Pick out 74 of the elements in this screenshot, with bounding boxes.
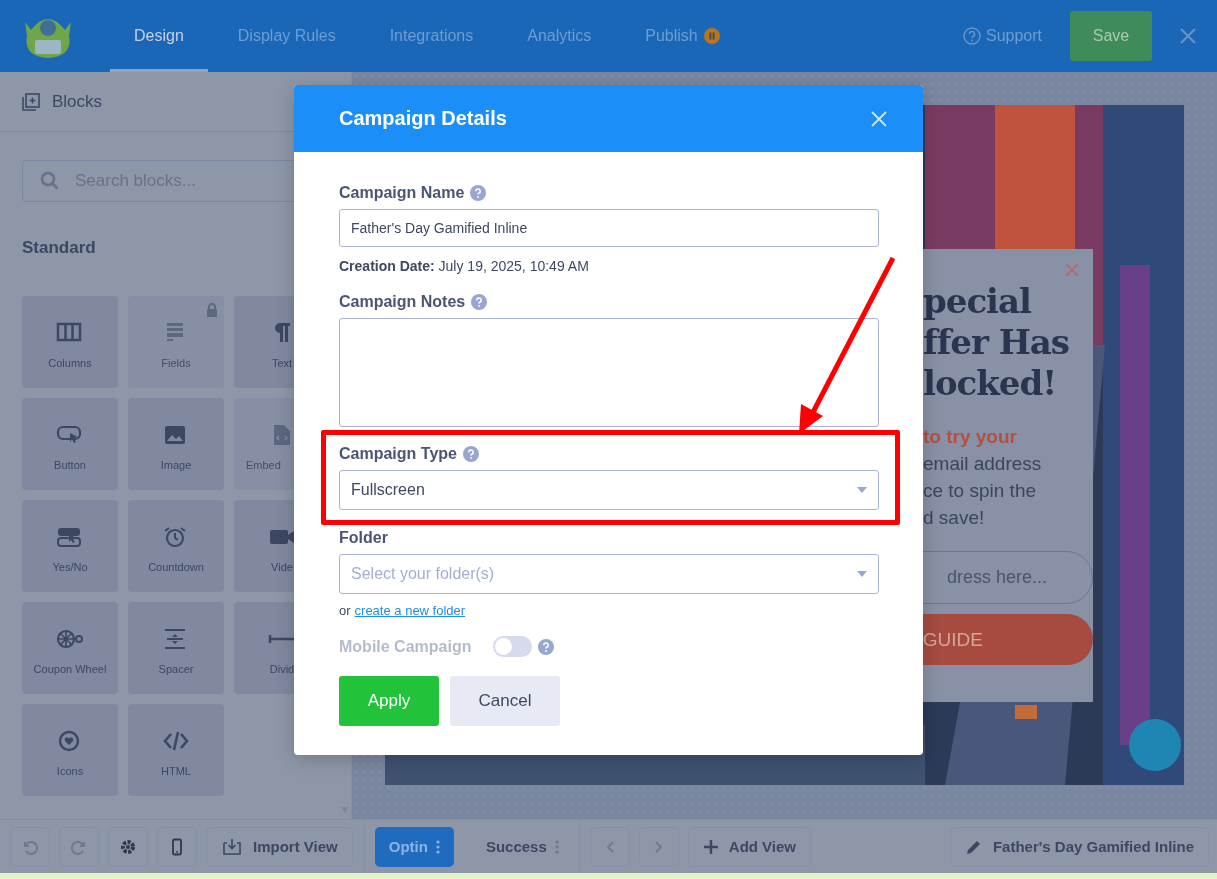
undo-button[interactable] <box>10 826 50 867</box>
popup-text: ce to spin the <box>923 479 1038 503</box>
popup-text: email address <box>923 452 1043 476</box>
save-button[interactable]: Save <box>1070 11 1152 61</box>
import-icon <box>221 837 243 856</box>
mobile-button[interactable] <box>157 826 197 867</box>
plus-icon <box>702 838 719 855</box>
nav-tab[interactable]: Publish <box>621 0 744 72</box>
view-tab[interactable]: Success <box>471 826 573 867</box>
caret-icon <box>857 487 867 493</box>
help-icon <box>462 446 479 462</box>
help-icon <box>962 27 981 45</box>
previous-button[interactable] <box>589 826 630 867</box>
more-icon[interactable] <box>554 838 559 855</box>
block-tile[interactable]: Icons <box>22 704 118 796</box>
apply-button[interactable]: Apply <box>339 676 439 726</box>
block-tile[interactable]: Yes/No <box>22 500 118 592</box>
block-tile[interactable]: Button <box>22 398 118 490</box>
nav-tab[interactable]: Analytics <box>503 0 616 72</box>
add-block-icon <box>22 92 40 111</box>
panel-title: Blocks <box>52 91 103 112</box>
close-icon <box>1180 28 1196 44</box>
nav-tab[interactable]: Display Rules <box>213 0 360 72</box>
field-label: Campaign Notes <box>339 293 466 311</box>
hint-text: or <box>339 603 351 618</box>
cancel-button[interactable]: Cancel <box>450 676 560 726</box>
toggle-cursor-icon <box>56 525 84 549</box>
popup-lead: to try your <box>923 426 1018 448</box>
folder-select[interactable]: Select your folder(s) <box>339 554 879 594</box>
redo-button[interactable] <box>59 826 99 867</box>
view-tab[interactable]: Optin <box>374 826 454 867</box>
close-icon <box>1065 263 1079 277</box>
campaign-name-button[interactable]: Father's Day Gamified Inline <box>949 826 1209 867</box>
popup-text: d save! <box>923 506 986 530</box>
create-folder-link[interactable]: create a new folder <box>354 603 466 618</box>
add-view-button[interactable]: Add View <box>687 826 812 867</box>
support-link[interactable]: Support <box>962 27 1042 45</box>
block-tile[interactable]: Columns <box>22 296 118 388</box>
popup-headline: locked! <box>923 363 1058 404</box>
settings-icon <box>119 837 137 856</box>
text-field[interactable]: Father's Day Gamified Inline <box>339 209 879 247</box>
help-icon <box>471 294 488 310</box>
import-view-button[interactable]: Import View <box>206 826 353 867</box>
creation-date: Creation Date: July 19, 2025, 10:49 AM <box>339 258 590 274</box>
campaign-type-select[interactable]: Fullscreen <box>339 470 879 510</box>
block-tile[interactable]: Countdown <box>128 500 224 592</box>
field-label: Folder <box>339 529 388 547</box>
section-heading: Standard <box>22 238 97 258</box>
notes-field[interactable] <box>339 318 879 427</box>
close-icon <box>871 110 887 127</box>
settings-button[interactable] <box>108 826 148 867</box>
dialog-title: Campaign Details <box>339 107 507 130</box>
code-icon <box>162 729 190 753</box>
nav-tab[interactable]: Integrations <box>365 0 498 72</box>
block-tile[interactable]: Image <box>128 398 224 490</box>
popup-headline: pecial <box>923 281 1032 322</box>
next-button[interactable] <box>638 826 679 867</box>
field-label: Campaign Name <box>339 184 465 202</box>
field-label: Mobile Campaign <box>339 637 472 656</box>
more-icon[interactable] <box>435 838 440 855</box>
help-icon <box>470 185 487 201</box>
chevron-left-icon <box>605 840 614 853</box>
popup-headline: ffer Has <box>923 322 1070 363</box>
field-label: Campaign Type <box>339 445 457 463</box>
close-button[interactable] <box>871 110 887 127</box>
block-tile[interactable]: Coupon Wheel <box>22 602 118 694</box>
pause-icon <box>703 28 720 44</box>
wheel-icon <box>56 627 84 651</box>
help-icon <box>538 638 555 655</box>
caret-icon <box>857 571 867 577</box>
block-tile[interactable]: HTML <box>128 704 224 796</box>
block-tile[interactable]: Spacer <box>128 602 224 694</box>
search-icon <box>40 171 60 191</box>
chevron-right-icon <box>654 840 663 853</box>
